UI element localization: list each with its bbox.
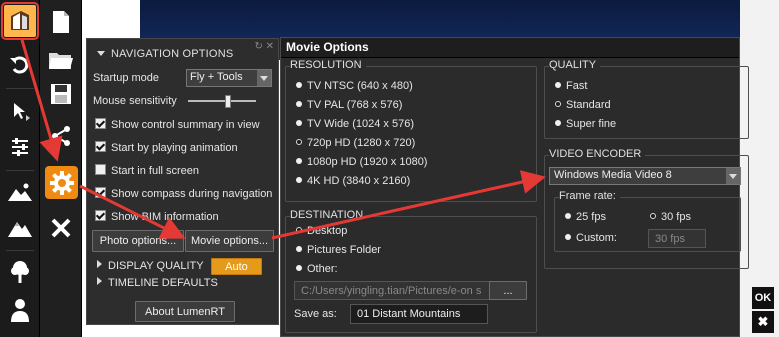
- destination-option[interactable]: Desktop: [296, 225, 347, 237]
- checkbox-icon[interactable]: [95, 164, 106, 175]
- adjust-sliders-icon[interactable]: [4, 131, 36, 163]
- save-as-label: Save as:: [294, 308, 337, 320]
- tree-icon[interactable]: [4, 256, 36, 288]
- startup-mode-label: Startup mode: [93, 72, 160, 84]
- fps-30-option[interactable]: 30 fps: [650, 211, 691, 223]
- fps-25-option[interactable]: 25 fps: [565, 211, 606, 223]
- destination-title: DESTINATION: [290, 209, 368, 221]
- checkbox-icon[interactable]: [95, 118, 106, 129]
- chevron-down-icon: [726, 168, 740, 184]
- about-lumenrt-button[interactable]: About LumenRT: [135, 301, 235, 322]
- radio-icon[interactable]: [565, 213, 571, 219]
- file-toolbar: [40, 0, 82, 337]
- radio-selected-icon[interactable]: [296, 139, 302, 145]
- radio-icon[interactable]: [296, 82, 302, 88]
- resolution-title: RESOLUTION: [290, 59, 366, 71]
- quality-option[interactable]: Fast: [555, 80, 587, 92]
- radio-icon[interactable]: [296, 101, 302, 107]
- left-toolbar: [0, 0, 40, 337]
- video-encoder-title: VIDEO ENCODER: [549, 148, 646, 160]
- video-encoder-select[interactable]: Windows Media Video 8: [549, 167, 741, 185]
- photo-options-button[interactable]: Photo options...: [92, 230, 184, 252]
- movie-options-button[interactable]: Movie options...: [185, 230, 274, 252]
- close-x-icon[interactable]: [45, 212, 77, 244]
- option-control-summary[interactable]: Show control summary in view: [95, 118, 260, 131]
- mouse-sensitivity-slider[interactable]: [188, 95, 256, 108]
- startup-mode-select[interactable]: Fly + Tools: [186, 69, 272, 87]
- destination-option[interactable]: Other:: [296, 263, 338, 275]
- radio-icon[interactable]: [296, 120, 302, 126]
- checkbox-icon[interactable]: [95, 210, 106, 221]
- resolution-option[interactable]: TV NTSC (640 x 480): [296, 80, 413, 92]
- undo-icon[interactable]: [4, 48, 36, 80]
- panel-window-controls[interactable]: ↻ ✕: [254, 41, 274, 52]
- close-dialog-button[interactable]: ✖: [752, 311, 774, 333]
- destination-option[interactable]: Pictures Folder: [296, 244, 381, 256]
- navigation-options-header[interactable]: NAVIGATION OPTIONS: [97, 48, 233, 60]
- quality-option[interactable]: Super fine: [555, 118, 616, 130]
- frame-rate-title: Frame rate:: [559, 190, 620, 202]
- settings-gear-icon[interactable]: [45, 166, 78, 199]
- mountain-icon[interactable]: [4, 212, 36, 244]
- radio-selected-icon[interactable]: [296, 227, 302, 233]
- person-icon[interactable]: [4, 294, 36, 326]
- resolution-option[interactable]: TV PAL (768 x 576): [296, 99, 402, 111]
- timeline-defaults-header[interactable]: TIMELINE DEFAULTS: [97, 277, 218, 289]
- collapse-triangle-icon: [97, 51, 105, 56]
- navigation-options-panel: ↻ ✕ NAVIGATION OPTIONS Startup mode Fly …: [86, 38, 279, 325]
- radio-icon[interactable]: [296, 265, 302, 271]
- app-logo-icon[interactable]: [1, 2, 39, 40]
- select-move-icon[interactable]: [4, 95, 36, 127]
- landscape-icon[interactable]: [4, 176, 36, 208]
- option-full-screen[interactable]: Start in full screen: [95, 164, 199, 177]
- destination-path-input[interactable]: C:/Users/yingling.tian/Pictures/e-on s: [294, 281, 490, 300]
- radio-icon[interactable]: [565, 234, 571, 240]
- radio-icon[interactable]: [555, 120, 561, 126]
- radio-selected-icon[interactable]: [555, 101, 561, 107]
- option-bim-information[interactable]: Show BIM information: [95, 210, 219, 223]
- display-quality-auto-button[interactable]: Auto: [211, 258, 262, 275]
- new-document-icon[interactable]: [45, 6, 77, 38]
- radio-selected-icon[interactable]: [650, 213, 656, 219]
- radio-icon[interactable]: [555, 82, 561, 88]
- save-as-input[interactable]: 01 Distant Mountains: [350, 304, 488, 324]
- radio-icon[interactable]: [296, 177, 302, 183]
- option-play-animation[interactable]: Start by playing animation: [95, 141, 238, 154]
- browse-button[interactable]: ...: [489, 281, 527, 300]
- resolution-option[interactable]: TV Wide (1024 x 576): [296, 118, 414, 130]
- checkbox-icon[interactable]: [95, 187, 106, 198]
- dialog-title-bar: Movie Options: [281, 38, 739, 58]
- open-folder-icon[interactable]: [45, 44, 77, 76]
- display-quality-header[interactable]: DISPLAY QUALITY: [97, 260, 204, 272]
- fps-custom-option[interactable]: Custom:: [565, 232, 617, 244]
- resolution-option[interactable]: 4K HD (3840 x 2160): [296, 175, 410, 187]
- share-icon[interactable]: [45, 120, 77, 152]
- radio-icon[interactable]: [296, 158, 302, 164]
- mouse-sensitivity-label: Mouse sensitivity: [93, 95, 177, 107]
- expand-triangle-icon: [97, 260, 102, 268]
- dialog-title: Movie Options: [286, 40, 369, 54]
- ok-button[interactable]: OK: [752, 287, 774, 309]
- resolution-option[interactable]: 720p HD (1280 x 720): [296, 137, 415, 149]
- save-icon[interactable]: [45, 78, 77, 110]
- option-show-compass[interactable]: Show compass during navigation: [95, 187, 272, 200]
- quality-title: QUALITY: [549, 59, 601, 71]
- custom-fps-input[interactable]: 30 fps: [648, 229, 706, 248]
- quality-option[interactable]: Standard: [555, 99, 611, 111]
- radio-icon[interactable]: [296, 246, 302, 252]
- expand-triangle-icon: [97, 277, 102, 285]
- checkbox-icon[interactable]: [95, 141, 106, 152]
- slider-handle[interactable]: [225, 95, 231, 108]
- resolution-option[interactable]: 1080p HD (1920 x 1080): [296, 156, 427, 168]
- movie-options-dialog: Movie Options RESOLUTION TV NTSC (640 x …: [280, 37, 749, 337]
- chevron-down-icon: [257, 70, 271, 86]
